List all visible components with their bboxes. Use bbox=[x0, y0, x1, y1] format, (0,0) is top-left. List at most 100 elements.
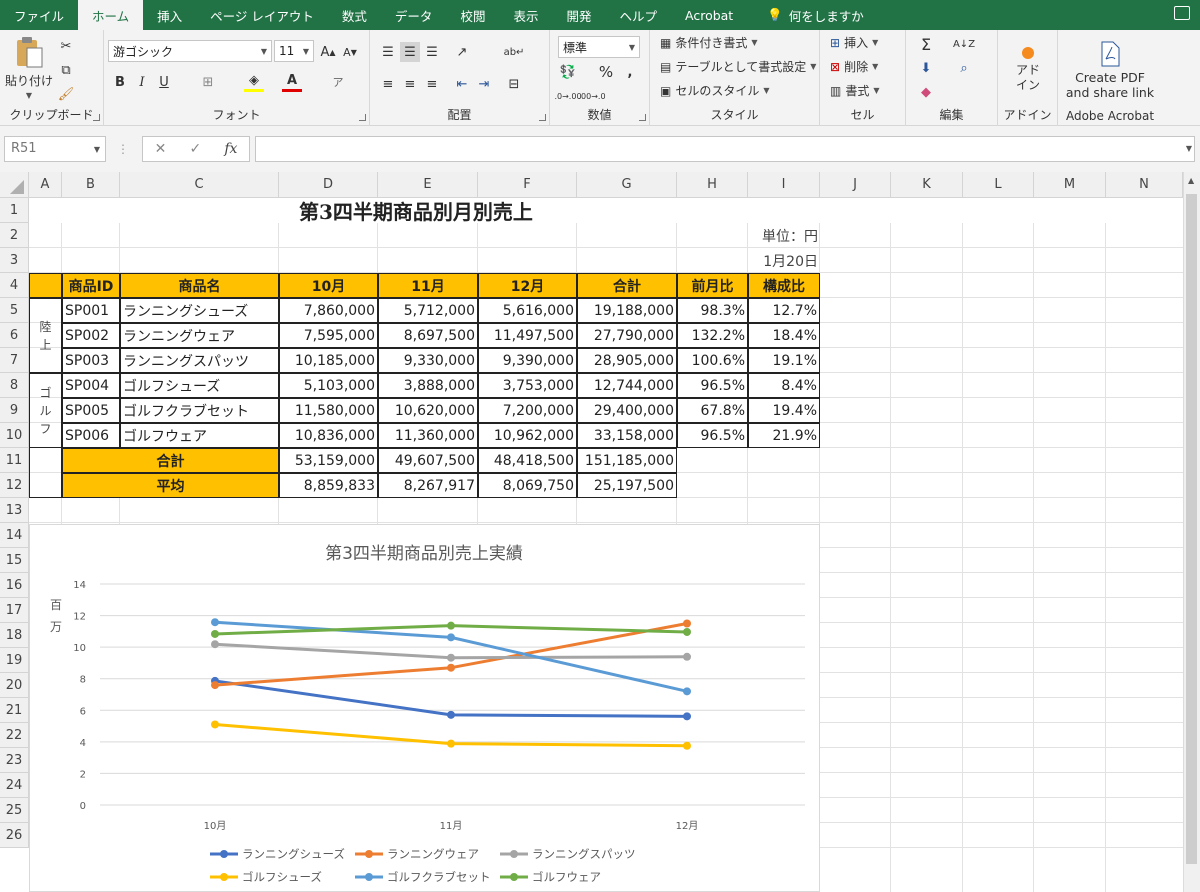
fill-icon[interactable]: ⬇ bbox=[916, 58, 936, 78]
row-header[interactable]: 24 bbox=[0, 773, 29, 798]
table-cell[interactable]: 7,595,000 bbox=[279, 323, 378, 348]
align-middle-icon[interactable]: ☰ bbox=[400, 42, 420, 62]
table-cell[interactable]: ゴルフウェア bbox=[120, 423, 279, 448]
column-header[interactable]: H bbox=[677, 172, 748, 198]
tab-1[interactable]: ホーム bbox=[78, 0, 144, 30]
table-cell[interactable]: ゴルフクラブセット bbox=[120, 398, 279, 423]
table-cell[interactable]: 3,888,000 bbox=[378, 373, 478, 398]
table-cell[interactable]: ランニングスパッツ bbox=[120, 348, 279, 373]
align-center-icon[interactable]: ≡ bbox=[400, 74, 420, 94]
table-cell[interactable]: 19.4% bbox=[748, 398, 820, 423]
table-cell[interactable]: 11,580,000 bbox=[279, 398, 378, 423]
decrease-decimal-icon[interactable]: .00→.0 bbox=[578, 86, 605, 106]
column-header[interactable]: C bbox=[120, 172, 279, 198]
column-header[interactable]: N bbox=[1106, 172, 1183, 198]
total-value[interactable]: 151,185,000 bbox=[577, 448, 677, 473]
tab-8[interactable]: 開発 bbox=[552, 0, 605, 30]
column-header[interactable]: M bbox=[1034, 172, 1106, 198]
vertical-scrollbar[interactable]: ▲ bbox=[1183, 172, 1200, 892]
row-header[interactable]: 8 bbox=[0, 373, 29, 398]
conditional-format-button[interactable]: ▦ 条件付き書式 ▼ bbox=[660, 34, 758, 51]
row-header[interactable]: 18 bbox=[0, 623, 29, 648]
table-header[interactable]: 10月 bbox=[279, 273, 378, 298]
insert-cells-button[interactable]: ⊞ 挿入 ▼ bbox=[830, 34, 878, 51]
table-cell[interactable]: SP006 bbox=[62, 423, 120, 448]
table-cell[interactable]: 19,188,000 bbox=[577, 298, 677, 323]
tab-6[interactable]: 校閲 bbox=[446, 0, 499, 30]
table-cell[interactable]: SP001 bbox=[62, 298, 120, 323]
table-header[interactable]: 商品名 bbox=[120, 273, 279, 298]
table-header[interactable]: 商品ID bbox=[62, 273, 120, 298]
copy-icon[interactable]: ⧉ bbox=[56, 60, 76, 80]
font-name-select[interactable]: 游ゴシック ▼ bbox=[108, 40, 272, 62]
enter-icon[interactable]: ✓ bbox=[189, 141, 201, 157]
total-blank[interactable] bbox=[29, 448, 62, 498]
row-header[interactable]: 25 bbox=[0, 798, 29, 823]
align-top-icon[interactable]: ☰ bbox=[378, 42, 398, 62]
row-header[interactable]: 19 bbox=[0, 648, 29, 673]
row-header[interactable]: 16 bbox=[0, 573, 29, 598]
delete-cells-button[interactable]: ⊠ 削除 ▼ bbox=[830, 58, 878, 75]
tab-0[interactable]: ファイル bbox=[0, 0, 78, 30]
expand-formula-icon[interactable]: ▼ bbox=[1186, 144, 1192, 153]
tab-5[interactable]: データ bbox=[381, 0, 447, 30]
currency-icon[interactable]: 💱 bbox=[558, 62, 578, 82]
autosum-button[interactable]: Σ bbox=[916, 34, 936, 54]
row-header[interactable]: 5 bbox=[0, 298, 29, 323]
row-header[interactable]: 14 bbox=[0, 523, 29, 548]
cut-icon[interactable]: ✂ bbox=[56, 36, 76, 56]
table-cell[interactable]: 11,497,500 bbox=[478, 323, 577, 348]
table-cell[interactable]: 29,400,000 bbox=[577, 398, 677, 423]
dialog-launcher-icon[interactable] bbox=[639, 114, 646, 121]
cancel-icon[interactable]: ✕ bbox=[155, 141, 167, 157]
wrap-text-icon[interactable]: ab↵ bbox=[504, 42, 525, 62]
row-header[interactable]: 17 bbox=[0, 598, 29, 623]
tab-7[interactable]: 表示 bbox=[499, 0, 552, 30]
fill-color-icon[interactable]: ◈ bbox=[244, 72, 264, 92]
table-cell[interactable]: 5,103,000 bbox=[279, 373, 378, 398]
tab-3[interactable]: ページ レイアウト bbox=[196, 0, 328, 30]
table-cell[interactable]: 7,860,000 bbox=[279, 298, 378, 323]
row-header[interactable]: 11 bbox=[0, 448, 29, 473]
table-cell[interactable]: 7,200,000 bbox=[478, 398, 577, 423]
border-icon[interactable]: ⊞ bbox=[198, 72, 218, 92]
table-header[interactable]: 前月比 bbox=[677, 273, 748, 298]
table-cell[interactable]: 9,330,000 bbox=[378, 348, 478, 373]
table-cell[interactable]: SP002 bbox=[62, 323, 120, 348]
column-header[interactable]: D bbox=[279, 172, 378, 198]
unit-label[interactable]: 単位：円 bbox=[748, 223, 820, 248]
insert-function-button[interactable]: fx bbox=[224, 141, 237, 157]
select-all-corner[interactable] bbox=[0, 172, 29, 198]
row-header[interactable]: 22 bbox=[0, 723, 29, 748]
average-value[interactable]: 25,197,500 bbox=[577, 473, 677, 498]
column-header[interactable]: K bbox=[891, 172, 963, 198]
group-cell-track[interactable]: 陸上 bbox=[29, 298, 62, 373]
table-cell[interactable]: 10,836,000 bbox=[279, 423, 378, 448]
column-header[interactable]: I bbox=[748, 172, 820, 198]
orientation-icon[interactable]: ↗ bbox=[452, 42, 472, 62]
total-value[interactable]: 53,159,000 bbox=[279, 448, 378, 473]
scroll-thumb[interactable] bbox=[1186, 194, 1197, 864]
dialog-launcher-icon[interactable] bbox=[359, 114, 366, 121]
table-cell[interactable]: 10,185,000 bbox=[279, 348, 378, 373]
average-value[interactable]: 8,267,917 bbox=[378, 473, 478, 498]
tab-9[interactable]: ヘルプ bbox=[605, 0, 671, 30]
table-cell[interactable]: 5,712,000 bbox=[378, 298, 478, 323]
table-cell[interactable]: ゴルフシューズ bbox=[120, 373, 279, 398]
total-value[interactable]: 49,607,500 bbox=[378, 448, 478, 473]
column-header[interactable]: J bbox=[820, 172, 891, 198]
increase-font-icon[interactable]: A ▲ bbox=[318, 42, 338, 62]
table-header[interactable]: 構成比 bbox=[748, 273, 820, 298]
table-cell[interactable]: 8.4% bbox=[748, 373, 820, 398]
table-cell[interactable]: 8,697,500 bbox=[378, 323, 478, 348]
scroll-up-icon[interactable]: ▲ bbox=[1188, 176, 1194, 185]
row-header[interactable]: 3 bbox=[0, 248, 29, 273]
addins-button[interactable]: アド イン bbox=[1004, 38, 1052, 102]
dialog-launcher-icon[interactable] bbox=[539, 114, 546, 121]
table-cell[interactable]: 12.7% bbox=[748, 298, 820, 323]
name-box[interactable]: R51 ▼ bbox=[4, 136, 106, 162]
table-cell[interactable]: 11,360,000 bbox=[378, 423, 478, 448]
table-header[interactable]: 11月 bbox=[378, 273, 478, 298]
table-cell[interactable]: 10,620,000 bbox=[378, 398, 478, 423]
row-header[interactable]: 13 bbox=[0, 498, 29, 523]
